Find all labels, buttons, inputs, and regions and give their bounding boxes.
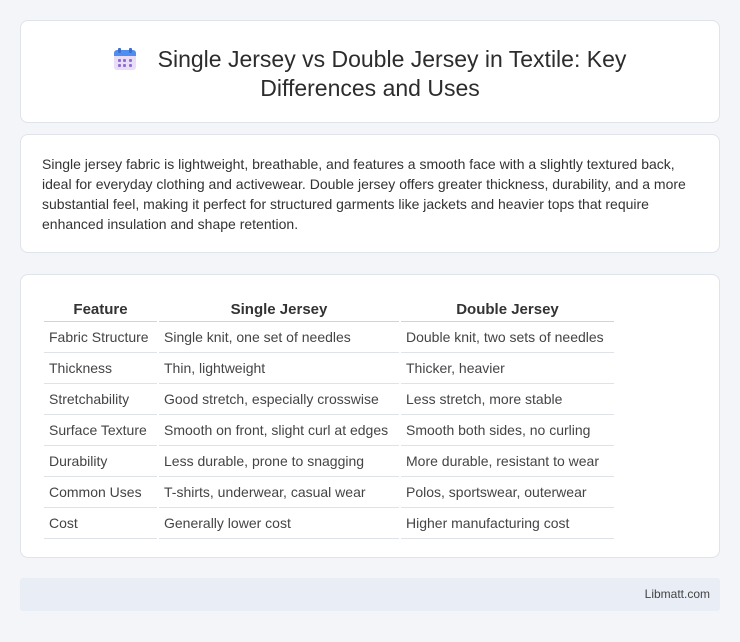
feature-cell: Stretchability	[44, 384, 157, 415]
column-header-single-jersey: Single Jersey	[159, 293, 399, 322]
table-row: Cost Generally lower cost Higher manufac…	[44, 508, 614, 539]
single-jersey-cell: Less durable, prone to snagging	[159, 446, 399, 477]
table-row: Common Uses T-shirts, underwear, casual …	[44, 477, 614, 508]
feature-cell: Thickness	[44, 353, 157, 384]
description-card: Single jersey fabric is lightweight, bre…	[20, 134, 720, 253]
column-header-double-jersey: Double Jersey	[401, 293, 614, 322]
comparison-table: Feature Single Jersey Double Jersey Fabr…	[42, 293, 616, 539]
table-row: Thickness Thin, lightweight Thicker, hea…	[44, 353, 614, 384]
footer-bar: Libmatt.com	[20, 578, 720, 611]
table-row: Surface Texture Smooth on front, slight …	[44, 415, 614, 446]
feature-cell: Cost	[44, 508, 157, 539]
table-header-row: Feature Single Jersey Double Jersey	[44, 293, 614, 322]
page-title: Single Jersey vs Double Jersey in Textil…	[157, 46, 627, 101]
footer-brand-link[interactable]: Libmatt.com	[645, 587, 710, 601]
single-jersey-cell: Thin, lightweight	[159, 353, 399, 384]
feature-cell: Fabric Structure	[44, 322, 157, 353]
single-jersey-cell: Smooth on front, slight curl at edges	[159, 415, 399, 446]
comparison-table-card: Feature Single Jersey Double Jersey Fabr…	[20, 274, 720, 558]
double-jersey-cell: Higher manufacturing cost	[401, 508, 614, 539]
feature-cell: Surface Texture	[44, 415, 157, 446]
double-jersey-cell: Double knit, two sets of needles	[401, 322, 614, 353]
column-header-feature: Feature	[44, 293, 157, 322]
double-jersey-cell: Thicker, heavier	[401, 353, 614, 384]
description-text: Single jersey fabric is lightweight, bre…	[42, 156, 686, 232]
feature-cell: Durability	[44, 446, 157, 477]
double-jersey-cell: Less stretch, more stable	[401, 384, 614, 415]
single-jersey-cell: Good stretch, especially crosswise	[159, 384, 399, 415]
table-row: Durability Less durable, prone to snaggi…	[44, 446, 614, 477]
calendar-icon	[113, 48, 136, 70]
double-jersey-cell: More durable, resistant to wear	[401, 446, 614, 477]
single-jersey-cell: Single knit, one set of needles	[159, 322, 399, 353]
double-jersey-cell: Polos, sportswear, outerwear	[401, 477, 614, 508]
single-jersey-cell: Generally lower cost	[159, 508, 399, 539]
table-row: Fabric Structure Single knit, one set of…	[44, 322, 614, 353]
page-title-block: Single Jersey vs Double Jersey in Textil…	[21, 45, 719, 103]
feature-cell: Common Uses	[44, 477, 157, 508]
double-jersey-cell: Smooth both sides, no curling	[401, 415, 614, 446]
table-row: Stretchability Good stretch, especially …	[44, 384, 614, 415]
title-card: Single Jersey vs Double Jersey in Textil…	[20, 20, 720, 123]
single-jersey-cell: T-shirts, underwear, casual wear	[159, 477, 399, 508]
